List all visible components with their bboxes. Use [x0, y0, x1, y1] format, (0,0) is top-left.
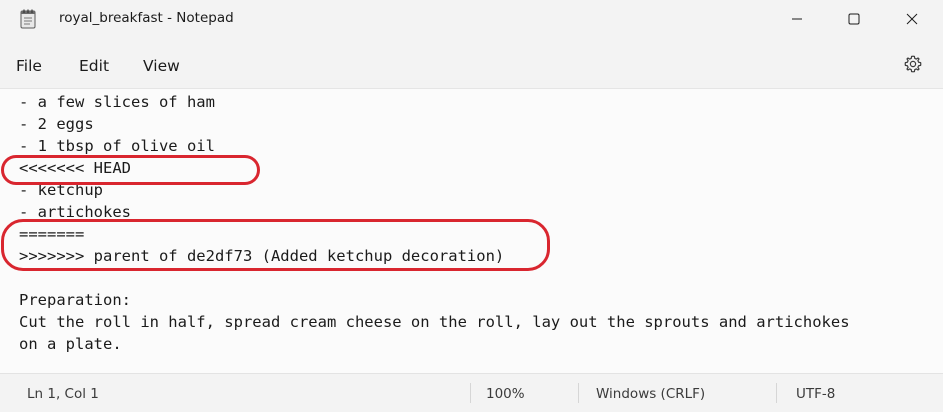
status-bar: Ln 1, Col 1 100% Windows (CRLF) UTF-8	[0, 373, 943, 412]
editor-line: Cut the roll in half, spread cream chees…	[19, 313, 850, 331]
editor-line: Preparation:	[19, 291, 131, 309]
editor-line: =======	[19, 225, 85, 243]
editor-line: on a plate.	[19, 335, 122, 353]
menu-bar: File Edit View	[0, 44, 943, 88]
editor-line: - ketchup	[19, 181, 103, 199]
close-button[interactable]	[889, 0, 935, 38]
editor-line: - 1 tbsp of olive oil	[19, 137, 215, 155]
status-divider	[776, 383, 777, 403]
editor-line: <<<<<<< HEAD	[19, 159, 131, 177]
status-divider	[578, 383, 579, 403]
encoding[interactable]: UTF-8	[796, 386, 835, 402]
line-endings[interactable]: Windows (CRLF)	[596, 386, 705, 402]
editor-line: - 2 eggs	[19, 115, 94, 133]
close-icon	[906, 10, 918, 29]
menu-view[interactable]: View	[143, 57, 180, 75]
menu-edit[interactable]: Edit	[79, 57, 109, 75]
maximize-icon	[848, 10, 860, 29]
editor-line: >>>>>>> parent of de2df73 (Added ketchup…	[19, 247, 505, 265]
minimize-button[interactable]	[774, 0, 820, 38]
minimize-icon	[791, 10, 803, 29]
zoom-level[interactable]: 100%	[486, 386, 525, 402]
window-title: royal_breakfast - Notepad	[59, 10, 234, 26]
editor-line: - a few slices of ham	[19, 93, 215, 111]
status-divider	[470, 383, 471, 403]
notepad-icon	[20, 9, 36, 29]
editor-line: - artichokes	[19, 203, 131, 221]
menu-file[interactable]: File	[16, 57, 42, 75]
title-bar: royal_breakfast - Notepad	[0, 0, 943, 38]
gear-icon[interactable]	[903, 54, 923, 74]
cursor-position: Ln 1, Col 1	[27, 386, 99, 402]
text-editor[interactable]: - a few slices of ham - 2 eggs - 1 tbsp …	[0, 88, 943, 374]
maximize-button[interactable]	[831, 0, 877, 38]
